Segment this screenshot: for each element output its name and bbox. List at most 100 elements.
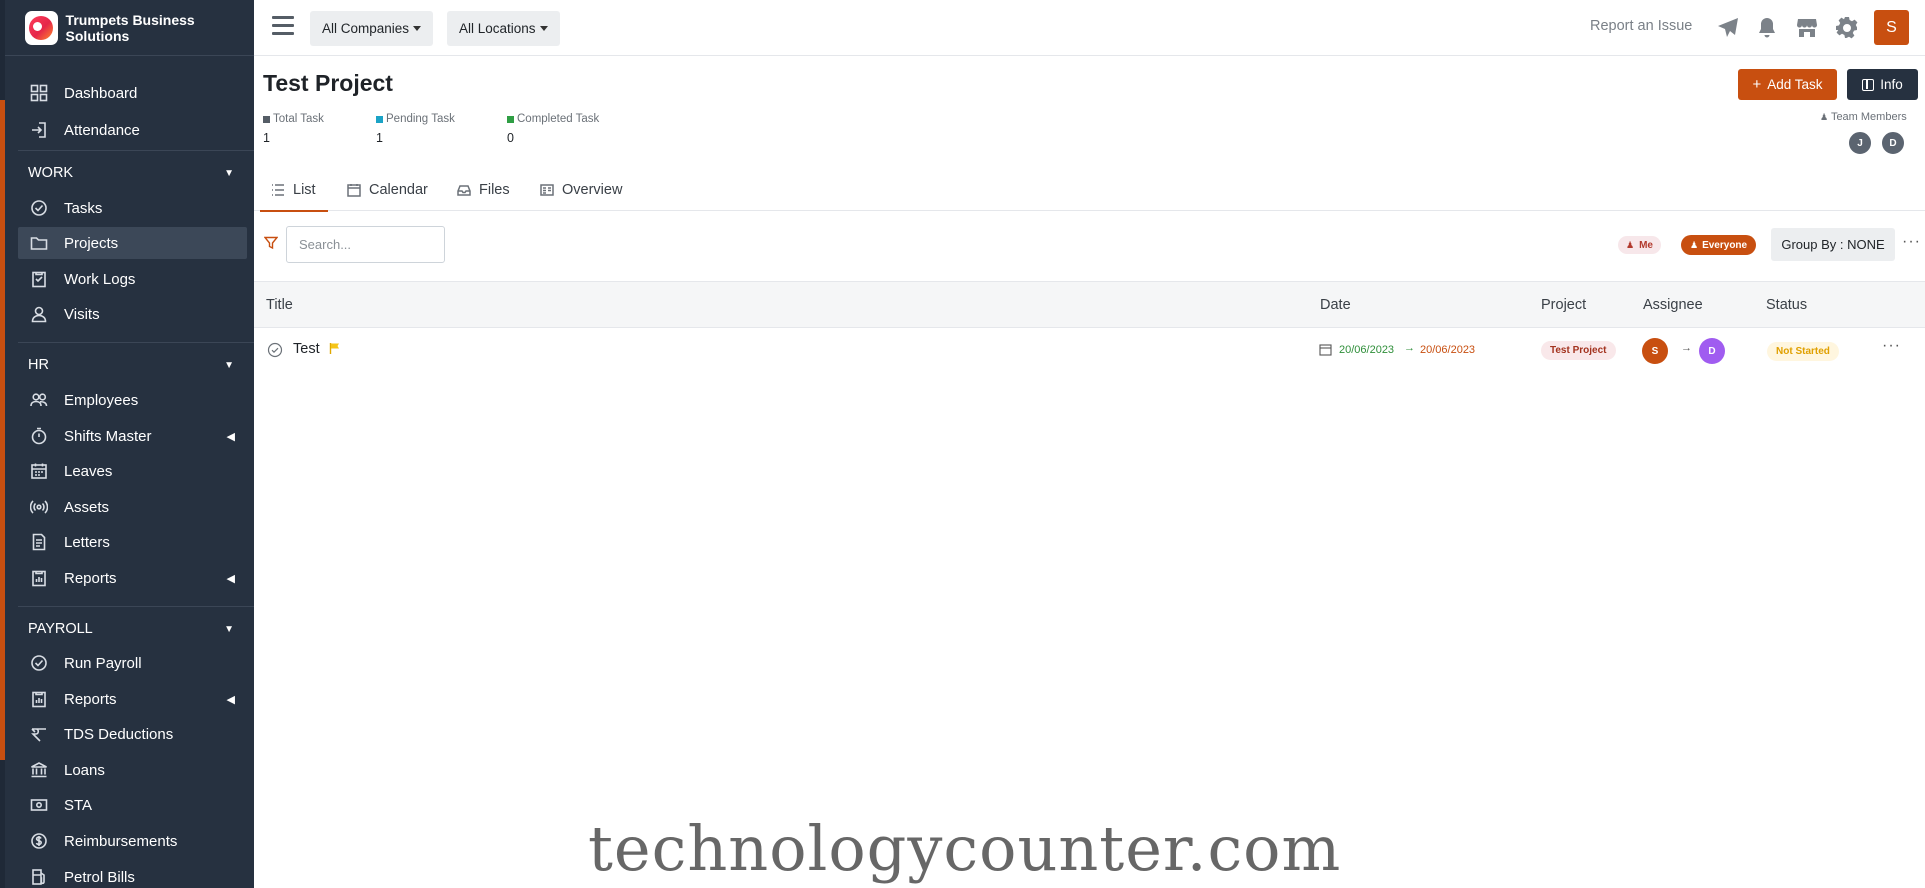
sidebar-toggle-icon <box>1862 78 1875 91</box>
sidebar-item-sta[interactable]: STA <box>18 789 247 821</box>
brand[interactable]: Trumpets Business Solutions <box>5 0 254 56</box>
sidebar-item-hr-reports[interactable]: Reports ◀ <box>18 562 247 594</box>
column-header-project[interactable]: Project <box>1541 297 1586 313</box>
list-icon <box>271 183 285 197</box>
sidebar-item-work-logs[interactable]: Work Logs <box>18 263 247 295</box>
add-task-button[interactable]: + Add Task <box>1738 69 1837 100</box>
project-badge[interactable]: Test Project <box>1541 341 1616 360</box>
company-dropdown[interactable]: All Companies <box>310 11 434 46</box>
status-badge[interactable]: Not Started <box>1767 342 1839 361</box>
task-title[interactable]: Test <box>293 341 320 357</box>
tab-calendar[interactable]: Calendar <box>347 169 428 211</box>
more-options-icon[interactable]: ··· <box>1902 233 1921 251</box>
send-icon[interactable] <box>1715 15 1741 41</box>
sidebar-item-shifts-master[interactable]: Shifts Master ◀ <box>18 420 247 452</box>
sidebar-item-label: Shifts Master <box>64 427 152 445</box>
login-icon <box>30 121 48 139</box>
sidebar-item-label: TDS Deductions <box>64 725 174 743</box>
team-member-avatar[interactable]: D <box>1880 130 1906 156</box>
sidebar-item-employees[interactable]: Employees <box>18 384 247 416</box>
table-row[interactable]: Test 20/06/2023 → 20/06/2023 Test Projec… <box>254 328 1925 374</box>
assignee-avatar[interactable]: D <box>1699 338 1725 364</box>
topbar: All Companies All Locations Report an Is… <box>254 0 1925 56</box>
sidebar-item-petrol-bills[interactable]: Petrol Bills <box>18 861 247 888</box>
chevron-left-icon: ◀ <box>226 572 235 585</box>
group-by-button[interactable]: Group By : NONE <box>1771 228 1895 261</box>
section-label: PAYROLL <box>28 621 93 637</box>
sidebar-item-label: Reimbursements <box>64 832 178 850</box>
table-header: Title Date Project Assignee Status <box>254 281 1925 328</box>
stat-label: Pending Task <box>386 113 455 125</box>
sidebar-item-label: Reports <box>64 569 117 587</box>
sidebar-item-loans[interactable]: Loans <box>18 754 247 786</box>
column-header-title[interactable]: Title <box>266 297 293 313</box>
fuel-icon <box>30 868 48 886</box>
check-circle-icon <box>30 654 48 672</box>
complete-check-icon[interactable] <box>267 342 283 358</box>
sidebar-item-projects[interactable]: Projects <box>18 227 247 259</box>
stat-total-task: Total Task 1 <box>263 113 324 145</box>
sidebar-item-label: Work Logs <box>64 270 136 288</box>
dollar-circle-icon <box>30 832 48 850</box>
sidebar-item-label: Attendance <box>64 121 140 139</box>
column-header-assignee[interactable]: Assignee <box>1643 297 1703 313</box>
watermark-text: technologycounter.com <box>588 812 1342 885</box>
sidebar-item-tds-deductions[interactable]: TDS Deductions <box>18 718 247 750</box>
arrow-right-icon: → <box>1681 342 1692 354</box>
section-work[interactable]: WORK ▼ <box>28 160 234 186</box>
report-icon <box>30 569 48 587</box>
column-header-date[interactable]: Date <box>1320 297 1351 313</box>
bell-icon[interactable] <box>1754 15 1780 41</box>
priority-flag-icon[interactable] <box>329 342 341 360</box>
sidebar-item-letters[interactable]: Letters <box>18 526 247 558</box>
sidebar-item-label: Dashboard <box>64 84 138 102</box>
sidebar-item-label: Run Payroll <box>64 654 142 672</box>
section-hr[interactable]: HR ▼ <box>28 352 234 378</box>
section-payroll[interactable]: PAYROLL ▼ <box>28 616 234 642</box>
person-icon <box>30 305 48 323</box>
filter-icon[interactable] <box>263 236 279 255</box>
sidebar-item-payroll-reports[interactable]: Reports ◀ <box>18 683 247 715</box>
stat-completed-task: Completed Task 0 <box>507 113 599 145</box>
location-dropdown[interactable]: All Locations <box>447 11 560 46</box>
tab-files[interactable]: Files <box>457 169 510 211</box>
calendar-icon <box>1319 343 1332 361</box>
sidebar-item-leaves[interactable]: Leaves <box>18 455 247 487</box>
gear-icon[interactable] <box>1834 15 1860 41</box>
chevron-down-icon: ▼ <box>224 623 234 635</box>
assigner-avatar[interactable]: S <box>1642 338 1668 364</box>
sidebar-item-label: Petrol Bills <box>64 868 135 886</box>
tab-label: Calendar <box>369 182 428 198</box>
tab-list[interactable]: List <box>260 169 328 212</box>
column-header-status[interactable]: Status <box>1766 297 1807 313</box>
user-avatar-button[interactable]: S <box>1874 10 1909 45</box>
sidebar-item-attendance[interactable]: Attendance <box>18 114 247 146</box>
stat-value: 1 <box>263 131 270 145</box>
sidebar-item-assets[interactable]: Assets <box>18 491 247 523</box>
sidebar-item-label: Reports <box>64 690 117 708</box>
sidebar-item-label: Letters <box>64 533 110 551</box>
sidebar-item-label: Visits <box>64 305 100 323</box>
filter-me-chip[interactable]: ♟ Me <box>1618 236 1661 254</box>
sidebar-item-label: Leaves <box>64 462 113 480</box>
stat-label: Completed Task <box>517 113 600 125</box>
sidebar: Trumpets Business Solutions Dashboard At… <box>5 0 254 888</box>
tab-overview[interactable]: Overview <box>540 169 622 211</box>
sidebar-item-run-payroll[interactable]: Run Payroll <box>18 647 247 679</box>
report-issue-link[interactable]: Report an Issue <box>1590 18 1692 34</box>
chevron-left-icon: ◀ <box>226 430 235 443</box>
sidebar-item-dashboard[interactable]: Dashboard <box>18 77 247 109</box>
hamburger-menu-icon[interactable] <box>272 16 294 36</box>
row-more-options-icon[interactable]: ··· <box>1882 337 1901 355</box>
search-input[interactable] <box>286 226 445 263</box>
info-button[interactable]: Info <box>1847 69 1918 100</box>
location-dropdown-label: All Locations <box>459 21 536 36</box>
sidebar-item-reimbursements[interactable]: Reimbursements <box>18 825 247 857</box>
filter-everyone-chip[interactable]: ♟ Everyone <box>1681 235 1757 255</box>
sidebar-item-visits[interactable]: Visits <box>18 298 247 330</box>
team-members-label: ♟ Team Members <box>1820 111 1907 123</box>
team-member-avatar[interactable]: J <box>1847 130 1873 156</box>
store-icon[interactable] <box>1794 15 1820 41</box>
sidebar-item-tasks[interactable]: Tasks <box>18 192 247 224</box>
stat-value: 1 <box>376 131 383 145</box>
